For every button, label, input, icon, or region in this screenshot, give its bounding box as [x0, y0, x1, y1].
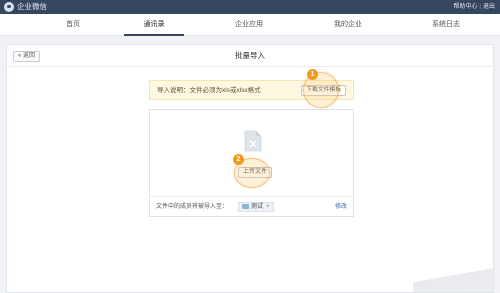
help-center-link[interactable]: 帮助中心 — [453, 4, 477, 10]
top-bar: 企业微信 帮助中心 | 退出 — [0, 0, 500, 14]
logout-link[interactable]: 退出 — [483, 4, 495, 10]
tab-system-log[interactable]: 系统日志 — [416, 14, 476, 36]
step-1-badge: 1 — [307, 69, 318, 80]
tab-home[interactable]: 首页 — [43, 14, 103, 36]
folder-icon — [242, 203, 249, 209]
tab-contacts[interactable]: 通讯录 — [124, 14, 184, 36]
department-tag: 测试 × — [238, 202, 274, 212]
edit-target-link[interactable]: 修改 — [335, 197, 347, 217]
department-name: 测试 — [251, 204, 264, 210]
tab-apps[interactable]: 企业应用 — [219, 14, 279, 36]
main-nav: 首页 通讯录 企业应用 我的企业 系统日志 — [0, 14, 500, 36]
back-button[interactable]: « 返回 — [13, 51, 41, 62]
remove-department-icon[interactable]: × — [266, 204, 270, 210]
panel-header: 批量导入 « 返回 — [7, 45, 493, 67]
import-target-label: 文件中的成员将被导入至： — [156, 204, 229, 210]
step-2-badge: 2 — [233, 154, 244, 165]
tab-my-company[interactable]: 我的企业 — [318, 14, 378, 36]
wework-logo-icon — [4, 2, 14, 12]
app-brand: 企业微信 — [17, 2, 47, 11]
import-target-row: 文件中的成员将被导入至： 测试 × 修改 — [150, 196, 353, 216]
notice-text: 导入说明：文件必须为xls或xlsx格式 — [157, 87, 261, 94]
link-separator: | — [479, 4, 481, 10]
page-title: 批量导入 — [235, 51, 265, 60]
excel-file-icon — [244, 130, 262, 152]
top-links: 帮助中心 | 退出 — [453, 2, 495, 12]
batch-import-panel: 批量导入 « 返回 导入说明：文件必须为xls或xlsx格式 下载文件模板 上传… — [6, 44, 494, 293]
page-curl-decoration — [413, 266, 493, 292]
